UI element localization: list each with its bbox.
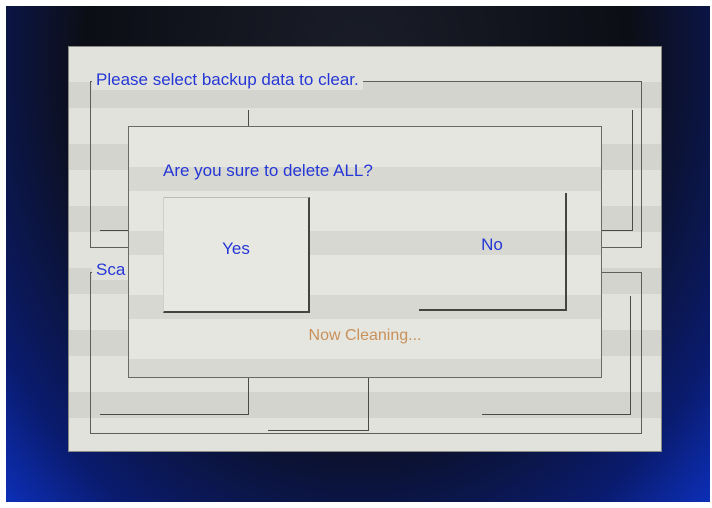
scan-group-title: Sca [92,260,130,280]
backup-group-title: Please select backup data to clear. [92,70,363,90]
yes-button[interactable]: Yes [163,197,310,313]
confirm-delete-dialog: Are you sure to delete ALL? Yes No Now C… [128,126,602,378]
no-button-label: No [481,235,503,254]
confirm-question: Are you sure to delete ALL? [163,161,373,180]
yes-button-label: Yes [222,238,250,258]
cleaning-status: Now Cleaning... [308,327,422,344]
no-button[interactable]: No [419,193,567,311]
